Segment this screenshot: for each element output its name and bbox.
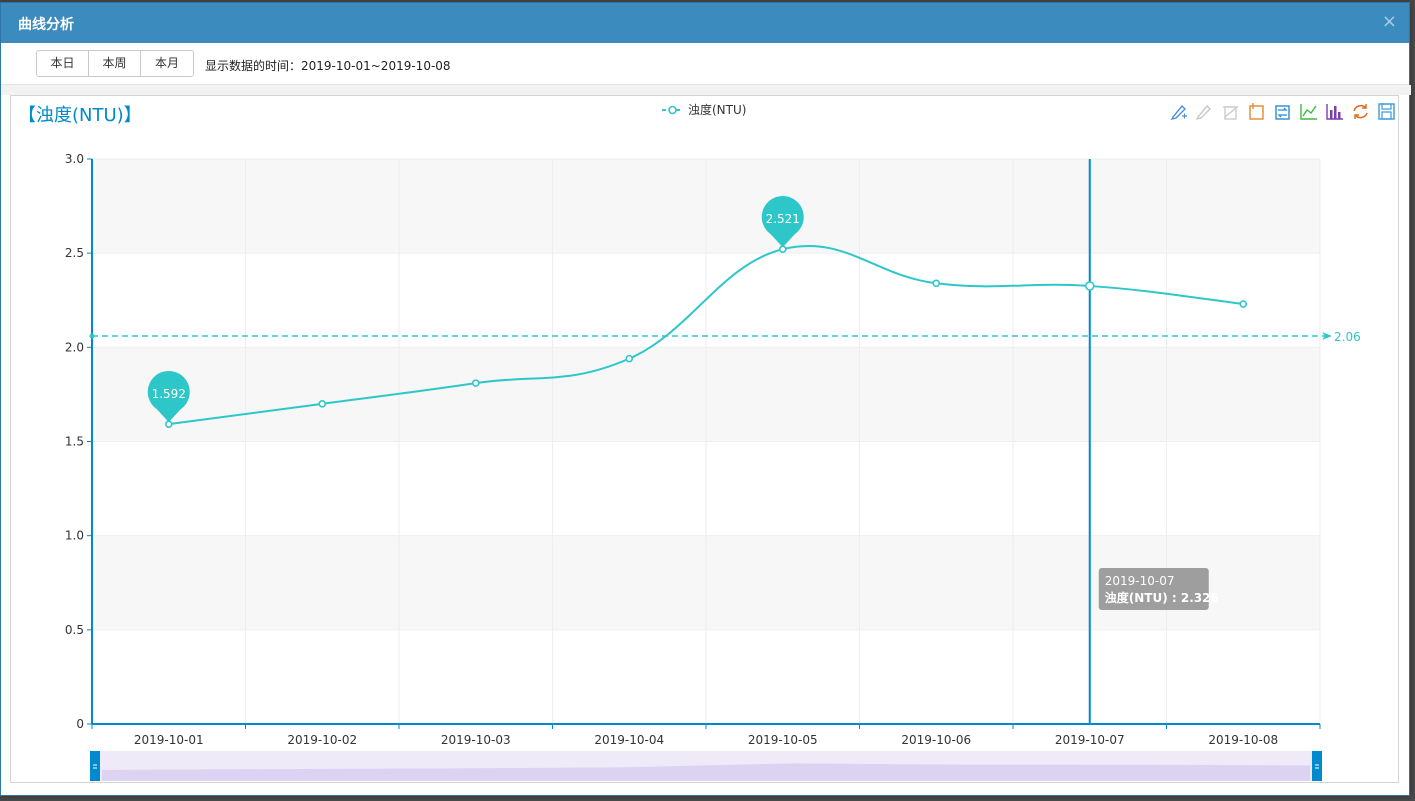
data-point[interactable] [932,279,941,288]
bar-chart-icon[interactable] [1326,104,1343,120]
max-mark-point-label: 2.521 [766,212,800,226]
y-tick-label: 0.5 [65,623,84,637]
period-button-group: 本日 本周 本月 [36,50,194,77]
x-tick-label: 2019-10-02 [287,733,357,747]
y-tick-label: 0 [76,717,84,731]
data-point[interactable] [1084,281,1095,291]
dialog-titlebar: 曲线分析 × [1,3,1409,43]
this-week-button[interactable]: 本周 [89,51,141,76]
tooltip-value: 浊度(NTU) : 2.326 [1105,590,1219,605]
this-month-button[interactable]: 本月 [141,51,193,76]
legend-marker-icon [668,105,677,115]
eraser-icon[interactable] [1195,104,1211,121]
data-point[interactable] [625,354,634,363]
trash-icon[interactable] [1223,106,1238,120]
close-icon[interactable]: × [1382,13,1397,31]
x-tick-label: 2019-10-05 [748,733,818,747]
line-chart-icon[interactable] [1300,104,1317,120]
x-tick-label: 2019-10-04 [594,733,664,747]
data-point[interactable] [471,379,480,387]
save-icon[interactable] [1378,103,1395,120]
chart-panel: 【浊度(NTU)】 浊度(NTU) 0 0.5 1.0 1.5 2.0 2.5 … [10,95,1399,783]
tooltip-category: 2019-10-07 [1105,574,1175,588]
data-point[interactable] [318,400,327,408]
chart-title: 【浊度(NTU)】 [18,105,142,126]
average-line-start [89,333,95,339]
y-tick-label: 3.0 [65,152,84,166]
dialog-title: 曲线分析 [18,17,74,33]
range-value: 2019-10-01~2019-10-08 [301,59,451,73]
legend-label: 浊度(NTU) [688,102,746,117]
x-tick-label: 2019-10-06 [901,733,971,747]
min-mark-point-label: 1.592 [152,387,186,401]
swap-icon[interactable] [1275,105,1290,120]
x-tick-label: 2019-10-03 [441,733,511,747]
y-tick-label: 1.5 [65,435,84,449]
y-tick-label: 2.0 [65,340,84,354]
chart-toolbox [1170,103,1395,121]
line-chart: 【浊度(NTU)】 浊度(NTU) 00.51.01.52.02.53.0201… [18,102,1395,781]
y-tick-label: 1.0 [65,529,84,543]
separator-strip [1,85,1411,95]
data-point[interactable] [1239,300,1248,308]
data-zoom-left-handle[interactable] [90,751,100,781]
average-line-label: 2.06 [1334,330,1361,344]
date-range-text: 显示数据的时间：2019-10-01~2019-10-08 [205,57,451,74]
toolbar: 本日 本周 本月 显示数据的时间：2019-10-01~2019-10-08 [1,43,1409,85]
edit-pencil-icon[interactable] [1170,104,1187,121]
y-tick-label: 2.5 [65,246,84,260]
x-tick-label: 2019-10-01 [134,733,204,747]
curve-analysis-dialog: 曲线分析 × 本日 本周 本月 显示数据的时间：2019-10-01~2019-… [0,2,1411,796]
data-view-icon[interactable] [1249,103,1264,120]
data-zoom-right-handle[interactable] [1312,751,1322,781]
range-label: 显示数据的时间： [205,59,302,73]
legend[interactable]: 浊度(NTU) [662,102,746,117]
refresh-icon[interactable] [1353,104,1368,119]
today-button[interactable]: 本日 [37,51,89,76]
x-tick-label: 2019-10-07 [1055,733,1125,747]
x-tick-label: 2019-10-08 [1208,733,1278,747]
